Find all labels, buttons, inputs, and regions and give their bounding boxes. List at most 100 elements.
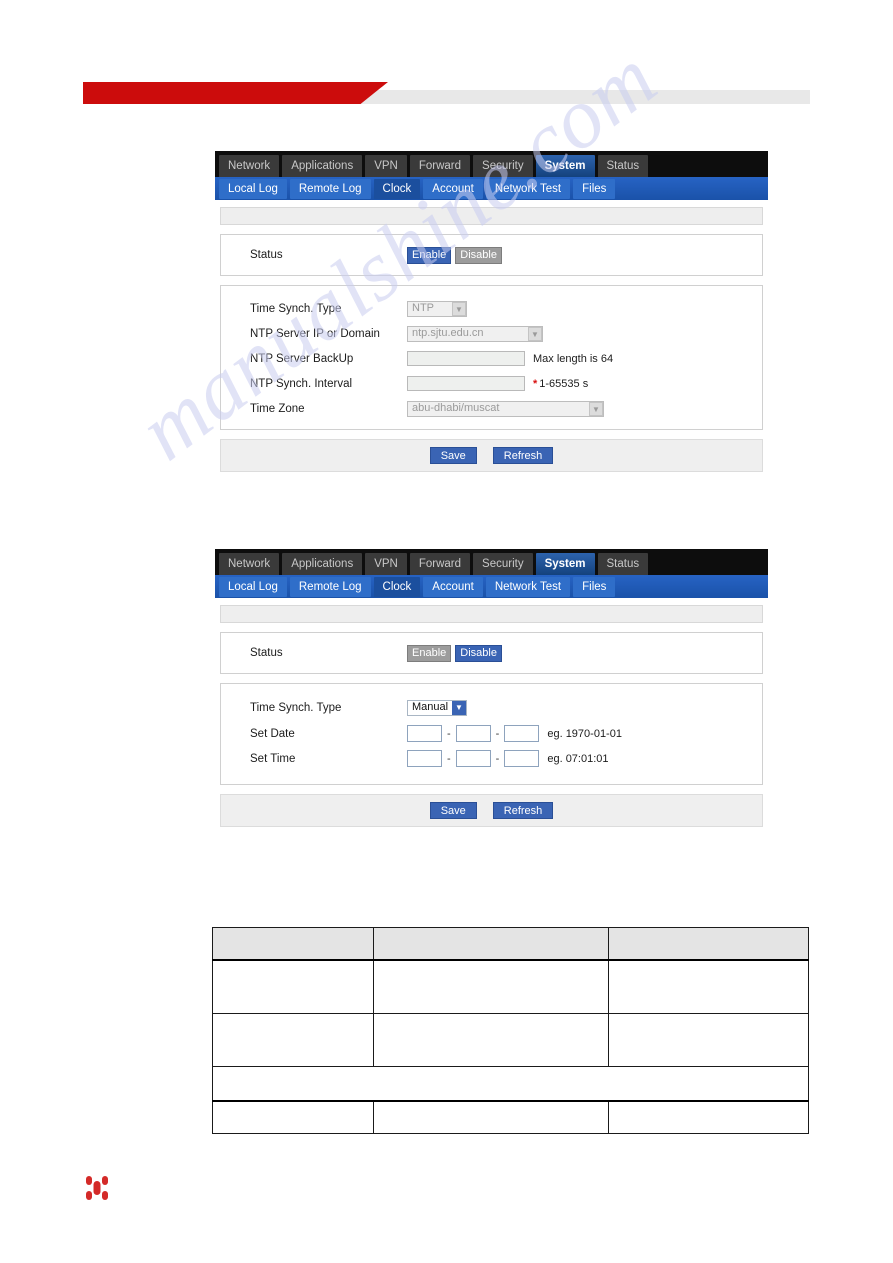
table-cell-merged <box>212 1066 809 1102</box>
top-navigation-bar: Network Applications VPN Forward Securit… <box>215 151 768 177</box>
subnav-tab-account[interactable]: Account <box>423 178 483 199</box>
status-enable-button[interactable]: Enable <box>407 644 452 662</box>
table-row-spanning <box>212 1066 809 1102</box>
status-enable-button[interactable]: Enable <box>407 246 452 264</box>
nav-tab-security[interactable]: Security <box>473 155 533 177</box>
table-cell <box>372 1100 610 1134</box>
save-button[interactable]: Save <box>429 447 477 464</box>
subnav-tab-remote-log[interactable]: Remote Log <box>289 178 371 199</box>
subnav-tab-network-test[interactable]: Network Test <box>485 576 571 597</box>
time-synch-type-select[interactable]: Manual ▼ <box>407 699 467 716</box>
ntp-backup-hint: Max length is 64 <box>533 352 614 365</box>
table-cell <box>212 1013 374 1067</box>
manual-clock-card: Time Synch. Type Manual ▼ Set Date - - e… <box>220 683 763 785</box>
sub-navigation-bar: Local Log Remote Log Clock Account Netwo… <box>215 177 768 200</box>
ntp-interval-hint: * 1-65535 s <box>533 378 588 390</box>
subnav-tab-remote-log[interactable]: Remote Log <box>289 576 371 597</box>
ntp-server-select[interactable]: ntp.sjtu.edu.cn ▼ <box>407 325 543 342</box>
table-header-cell <box>212 927 374 961</box>
status-label: Status <box>250 249 283 261</box>
status-card: Status Enable Disable <box>220 234 763 276</box>
time-zone-select[interactable]: abu-dhabi/muscat ▼ <box>407 400 604 417</box>
chevron-down-icon: ▼ <box>452 700 466 715</box>
sub-navigation-bar: Local Log Remote Log Clock Account Netwo… <box>215 575 768 598</box>
ntp-interval-label: NTP Synch. Interval <box>250 377 353 390</box>
header-red-bar <box>83 82 388 104</box>
set-date-label: Set Date <box>250 727 295 740</box>
set-time-minute-input[interactable] <box>455 750 491 767</box>
nav-tab-forward[interactable]: Forward <box>409 155 471 177</box>
table-cell <box>608 1100 809 1134</box>
nav-tab-status[interactable]: Status <box>597 553 649 575</box>
table-cell <box>212 1100 374 1134</box>
subnav-tab-files[interactable]: Files <box>573 178 616 199</box>
ntp-backup-input[interactable] <box>407 351 525 366</box>
table-cell <box>608 1013 809 1067</box>
set-date-hint: eg. 1970-01-01 <box>547 727 622 740</box>
nav-tab-forward[interactable]: Forward <box>409 553 471 575</box>
time-synch-type-select[interactable]: NTP ▼ <box>407 300 467 317</box>
set-date-day-input[interactable] <box>504 725 540 742</box>
set-time-second-input[interactable] <box>504 750 540 767</box>
table-header-cell <box>372 927 610 961</box>
required-asterisk: * <box>533 377 538 390</box>
nav-tab-applications[interactable]: Applications <box>282 553 363 575</box>
nav-tab-security[interactable]: Security <box>473 553 533 575</box>
refresh-button[interactable]: Refresh <box>492 802 554 819</box>
ntp-interval-input[interactable] <box>407 376 525 391</box>
table-row <box>212 959 809 1014</box>
nav-tab-network[interactable]: Network <box>219 155 280 177</box>
page-header-banner <box>83 82 810 104</box>
document-table <box>212 927 809 1134</box>
subnav-tab-network-test[interactable]: Network Test <box>485 178 571 199</box>
ntp-server-label: NTP Server IP or Domain <box>250 327 380 340</box>
breadcrumb-strip <box>220 207 763 225</box>
status-disable-button[interactable]: Disable <box>455 644 502 662</box>
table-row <box>212 1100 809 1134</box>
nav-tab-vpn[interactable]: VPN <box>365 155 407 177</box>
status-card: Status Enable Disable <box>220 632 763 674</box>
subnav-tab-account[interactable]: Account <box>423 576 483 597</box>
ntp-settings-card: Time Synch. Type NTP ▼ NTP Server IP or … <box>220 285 763 430</box>
time-zone-value: abu-dhabi/muscat <box>412 402 500 414</box>
date-separator: - <box>447 727 451 740</box>
time-separator: - <box>447 752 451 765</box>
nav-tab-vpn[interactable]: VPN <box>365 553 407 575</box>
date-separator: - <box>495 727 500 740</box>
set-date-year-input[interactable] <box>407 725 442 742</box>
table-cell <box>212 959 374 1014</box>
nav-tab-system[interactable]: System <box>535 553 595 575</box>
action-bar: Save Refresh <box>220 794 763 827</box>
subnav-tab-clock[interactable]: Clock <box>373 178 421 199</box>
set-time-hour-input[interactable] <box>407 750 442 767</box>
time-synch-type-value: Manual <box>412 701 449 713</box>
set-time-hint: eg. 07:01:01 <box>547 752 609 765</box>
nav-tab-system[interactable]: System <box>535 155 595 177</box>
status-disable-button[interactable]: Disable <box>455 246 502 264</box>
breadcrumb-strip <box>220 605 763 623</box>
refresh-button[interactable]: Refresh <box>492 447 554 464</box>
table-header-cell <box>608 927 809 961</box>
subnav-tab-local-log[interactable]: Local Log <box>219 178 287 199</box>
status-label: Status <box>250 647 283 659</box>
table-header-row <box>212 927 809 961</box>
nav-tab-applications[interactable]: Applications <box>282 155 363 177</box>
action-bar: Save Refresh <box>220 439 763 472</box>
subnav-tab-files[interactable]: Files <box>573 576 616 597</box>
ntp-backup-label: NTP Server BackUp <box>250 352 354 365</box>
ntp-server-value: ntp.sjtu.edu.cn <box>412 327 484 339</box>
nav-tab-status[interactable]: Status <box>597 155 649 177</box>
nav-tab-network[interactable]: Network <box>219 553 280 575</box>
chevron-down-icon: ▼ <box>452 301 466 316</box>
table-row <box>212 1013 809 1067</box>
set-date-month-input[interactable] <box>455 725 491 742</box>
ntp-interval-hint-text: 1-65535 s <box>539 377 589 390</box>
subnav-tab-local-log[interactable]: Local Log <box>219 576 287 597</box>
table-cell <box>372 1013 610 1067</box>
time-zone-label: Time Zone <box>250 402 305 415</box>
subnav-tab-clock[interactable]: Clock <box>373 576 421 597</box>
time-separator: - <box>495 752 500 765</box>
chevron-down-icon: ▼ <box>528 326 542 341</box>
save-button[interactable]: Save <box>429 802 477 819</box>
top-navigation-bar: Network Applications VPN Forward Securit… <box>215 549 768 575</box>
